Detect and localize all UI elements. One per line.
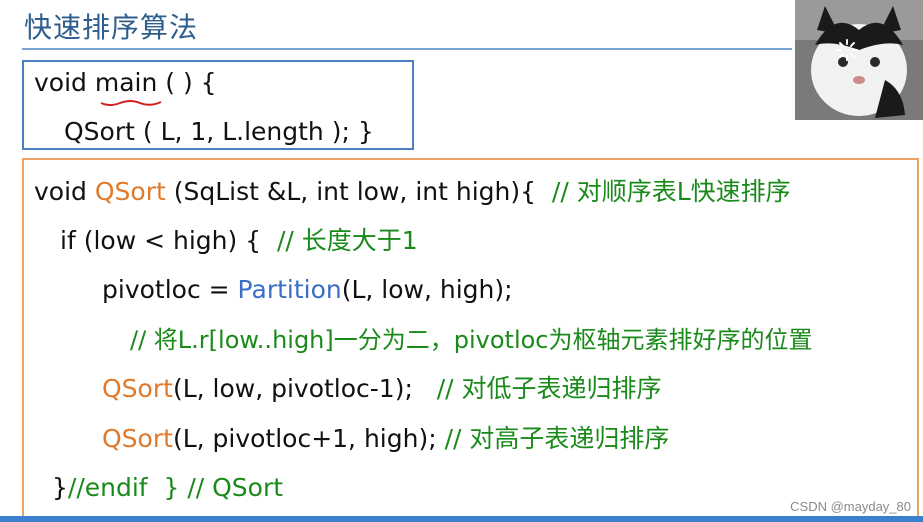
qsort-line-4: // 将L.r[low..high]一分为二，pivotloc为枢轴元素排好序的… xyxy=(130,325,813,355)
code-comment: // 将L.r[low..high]一分为二，pivotloc为枢轴元素排好序的… xyxy=(130,326,813,354)
main-line-2: QSort ( L, 1, L.length ); } xyxy=(64,117,374,146)
code-text: void xyxy=(34,177,95,206)
bottom-accent-bar xyxy=(0,516,923,522)
partition-keyword: Partition xyxy=(237,275,342,304)
code-text: if (low < high) { xyxy=(60,226,277,255)
qsort-line-6: QSort(L, pivotloc+1, high); // 对高子表递归排序 xyxy=(102,424,669,454)
code-text: (L, low, high); xyxy=(341,275,513,304)
code-comment: // 对高子表递归排序 xyxy=(444,424,670,453)
qsort-line-7: }//endif } // QSort xyxy=(52,473,283,503)
code-text: (SqList &L, int low, int high){ xyxy=(165,177,552,206)
main-line-1: void main ( ) { xyxy=(34,68,217,97)
code-text: } xyxy=(52,473,68,502)
red-underline-annotation xyxy=(100,100,162,106)
qsort-line-5: QSort(L, low, pivotloc-1); // 对低子表递归排序 xyxy=(102,374,662,404)
title-divider xyxy=(22,48,792,50)
code-text: (L, pivotloc+1, high); xyxy=(172,424,445,453)
code-comment: // 长度大于1 xyxy=(276,226,418,255)
qsort-line-2: if (low < high) { // 长度大于1 xyxy=(60,226,418,256)
qsort-keyword: QSort xyxy=(102,424,173,453)
cat-icon xyxy=(795,0,923,120)
slide-title: 快速排序算法 xyxy=(24,11,199,44)
qsort-line-1: void QSort (SqList &L, int low, int high… xyxy=(34,177,791,207)
code-comment: // 对顺序表L快速排序 xyxy=(551,177,791,206)
qsort-keyword: QSort xyxy=(94,177,166,206)
code-comment: // 对低子表递归排序 xyxy=(436,374,662,403)
webcam-overlay-image xyxy=(795,0,923,120)
code-text: pivotloc = xyxy=(102,275,238,304)
csdn-watermark: CSDN @mayday_80 xyxy=(790,499,911,514)
qsort-keyword: QSort xyxy=(102,374,173,403)
code-comment: //endif } // QSort xyxy=(67,473,284,502)
qsort-line-3: pivotloc = Partition(L, low, high); xyxy=(102,275,513,305)
code-text: (L, low, pivotloc-1); xyxy=(172,374,437,403)
